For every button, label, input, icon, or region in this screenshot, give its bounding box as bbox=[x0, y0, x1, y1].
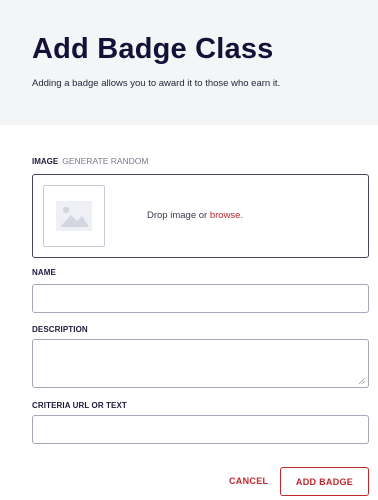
criteria-label: CRITERIA URL OR TEXT bbox=[32, 401, 127, 410]
add-badge-button[interactable]: ADD BADGE bbox=[280, 467, 369, 496]
drop-text: Drop image or bbox=[147, 210, 210, 221]
page-header: Add Badge Class Adding a badge allows yo… bbox=[0, 0, 378, 125]
image-field-header: IMAGE GENERATE RANDOM bbox=[32, 156, 149, 166]
description-textarea[interactable] bbox=[32, 339, 369, 388]
page-title: Add Badge Class bbox=[32, 33, 274, 65]
generate-random-link[interactable]: GENERATE RANDOM bbox=[62, 156, 148, 166]
name-label: NAME bbox=[32, 268, 56, 277]
image-placeholder bbox=[43, 185, 105, 247]
resize-handle-icon[interactable] bbox=[358, 377, 366, 385]
image-label: IMAGE bbox=[32, 157, 59, 166]
cancel-button[interactable]: CANCEL bbox=[229, 476, 268, 486]
description-label: DESCRIPTION bbox=[32, 325, 88, 334]
criteria-input[interactable] bbox=[32, 415, 369, 444]
image-placeholder-icon bbox=[56, 201, 92, 231]
page-subtitle: Adding a badge allows you to award it to… bbox=[32, 78, 281, 89]
drop-instructions: Drop image or browse. bbox=[147, 210, 243, 221]
name-input[interactable] bbox=[32, 284, 369, 313]
image-dropzone[interactable]: Drop image or browse. bbox=[32, 174, 369, 258]
browse-link[interactable]: browse. bbox=[210, 210, 243, 221]
